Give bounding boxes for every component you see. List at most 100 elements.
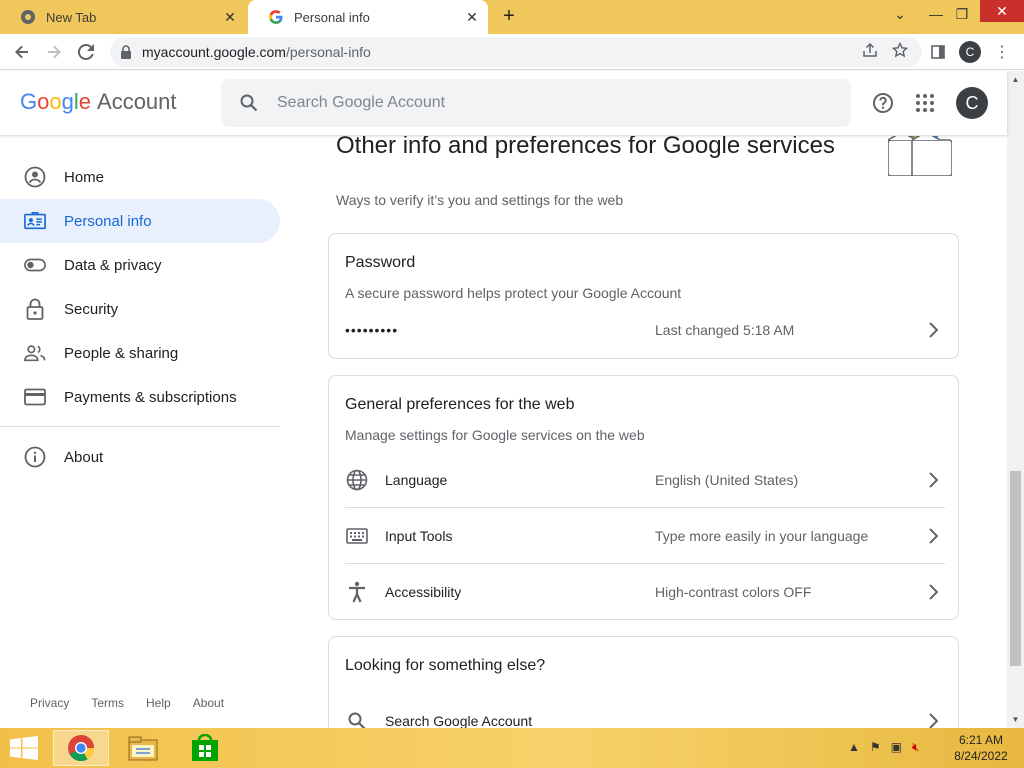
google-account-logo[interactable]: Google Account: [20, 89, 177, 115]
forward-arrow-icon[interactable]: [44, 42, 64, 62]
sidebar-item-label: Personal info: [64, 212, 152, 230]
logo-suffix: Account: [97, 89, 177, 114]
scroll-up-arrow-icon[interactable]: ▲: [1011, 75, 1020, 84]
search-account-row[interactable]: Search Google Account: [345, 693, 945, 728]
close-tab-icon[interactable]: ✕: [220, 7, 240, 27]
sidebar-item-label: Home: [64, 168, 105, 186]
sidebar-item-label: About: [64, 448, 104, 466]
taskbar-chrome-app[interactable]: [53, 730, 109, 766]
main-content: Other info and preferences for Google se…: [328, 136, 960, 728]
chevron-right-icon: [921, 318, 945, 342]
taskbar-clock[interactable]: 6:21 AM 8/24/2022: [946, 732, 1016, 764]
taskbar-file-explorer-app[interactable]: [115, 730, 171, 766]
apps-grid-icon[interactable]: [913, 91, 937, 115]
help-icon[interactable]: [871, 91, 895, 115]
tab-title: Personal info: [294, 9, 370, 25]
system-tray: ▲ ⚑ ▣ 🔇︎: [848, 740, 920, 755]
restore-icon[interactable]: ❐: [948, 0, 976, 28]
footer-link-help[interactable]: Help: [146, 696, 171, 710]
new-tab-button[interactable]: +: [498, 6, 520, 28]
logo-letter: o: [49, 89, 62, 114]
minimize-icon[interactable]: —: [922, 0, 950, 28]
sidebar-item-payments[interactable]: Payments & subscriptions: [0, 375, 280, 419]
sidebar-item-people-sharing[interactable]: People & sharing: [0, 331, 280, 375]
sidebar-nav: Home Personal info Data & privacy Securi…: [0, 136, 290, 728]
accessibility-value: High-contrast colors OFF: [655, 584, 812, 600]
reload-icon[interactable]: [76, 42, 96, 62]
password-card-title: Password: [345, 254, 416, 271]
logo-letter: G: [20, 89, 38, 114]
chevron-right-icon: [921, 524, 945, 548]
input-tools-label: Input Tools: [385, 527, 453, 544]
accessibility-icon: [345, 580, 369, 604]
search-icon[interactable]: [239, 93, 259, 113]
bookmark-star-icon[interactable]: [891, 41, 909, 63]
logo-letter: g: [61, 89, 74, 114]
tab-search-chevron-icon[interactable]: ⌄: [886, 0, 914, 28]
footer-link-about[interactable]: About: [193, 696, 224, 710]
footer-links: Privacy Terms Help About: [30, 696, 224, 710]
sidebar-item-about[interactable]: About: [0, 435, 280, 479]
account-circle-icon: [24, 166, 46, 188]
sidebar-item-security[interactable]: Security: [0, 287, 280, 331]
chevron-right-icon: [921, 468, 945, 492]
lock-icon[interactable]: [120, 45, 134, 59]
tab-new-tab[interactable]: New Tab ✕: [0, 0, 246, 34]
sidebar-item-label: Security: [64, 300, 119, 318]
logo-letter: e: [78, 89, 92, 114]
flag-icon[interactable]: ⚑: [870, 740, 881, 755]
address-bar[interactable]: myaccount.google.com/personal-info: [110, 37, 922, 67]
page-scrollbar[interactable]: ▲ ▼: [1007, 71, 1024, 728]
preferences-card-title: General preferences for the web: [345, 396, 575, 413]
something-else-card: Looking for something else? Search Googl…: [328, 636, 959, 728]
password-masked: •••••••••: [345, 322, 399, 338]
section-title: Other info and preferences for Google se…: [336, 136, 835, 159]
keyboard-icon: [345, 524, 369, 548]
share-icon[interactable]: [862, 42, 878, 63]
close-tab-icon[interactable]: ✕: [462, 7, 482, 27]
credit-card-icon: [24, 386, 46, 408]
folder-icon: [128, 736, 158, 761]
scroll-down-arrow-icon[interactable]: ▼: [1011, 715, 1020, 724]
back-arrow-icon[interactable]: [12, 42, 32, 62]
url-path: /personal-info: [285, 44, 371, 60]
account-header: Google Account: [0, 71, 1007, 135]
lock-icon: [24, 298, 46, 320]
chrome-icon: [20, 9, 36, 25]
sidebar-item-home[interactable]: Home: [0, 155, 280, 199]
scrollbar-thumb[interactable]: [1010, 471, 1021, 666]
password-card[interactable]: Password A secure password helps protect…: [328, 233, 959, 359]
sidebar-item-data-privacy[interactable]: Data & privacy: [0, 243, 280, 287]
show-hidden-icons-icon[interactable]: ▲: [848, 740, 860, 755]
google-g-icon: [268, 9, 284, 25]
search-icon: [345, 709, 369, 728]
search-input[interactable]: [277, 94, 777, 112]
volume-muted-icon[interactable]: 🔇︎: [912, 740, 920, 755]
account-avatar[interactable]: C: [956, 87, 988, 119]
input-tools-row[interactable]: Input Tools Type more easily in your lan…: [345, 508, 945, 564]
chrome-icon: [68, 735, 95, 762]
side-panel-icon[interactable]: [928, 42, 948, 62]
chevron-right-icon: [921, 580, 945, 604]
sidebar-item-personal-info[interactable]: Personal info: [0, 199, 280, 243]
account-search-box[interactable]: [221, 79, 851, 127]
password-row[interactable]: ••••••••• Last changed 5:18 AM: [345, 302, 945, 358]
password-card-description: A secure password helps protect your Goo…: [345, 285, 682, 301]
clock-time: 6:21 AM: [958, 733, 1004, 747]
something-else-title: Looking for something else?: [345, 657, 546, 674]
windows-start-icon[interactable]: [10, 736, 38, 760]
footer-link-privacy[interactable]: Privacy: [30, 696, 69, 710]
taskbar-store-app[interactable]: [177, 730, 233, 766]
network-icon[interactable]: ▣: [891, 740, 902, 755]
search-account-label: Search Google Account: [385, 713, 533, 728]
accessibility-row[interactable]: Accessibility High-contrast colors OFF: [345, 564, 945, 620]
more-menu-icon[interactable]: ⋮: [992, 42, 1012, 62]
clock-date: 8/24/2022: [954, 749, 1008, 763]
browser-profile-avatar[interactable]: C: [959, 41, 981, 63]
language-row[interactable]: Language English (United States): [345, 452, 945, 508]
window-close-icon[interactable]: ✕: [980, 0, 1024, 22]
people-icon: [24, 342, 46, 364]
footer-link-terms[interactable]: Terms: [91, 696, 124, 710]
tab-personal-info[interactable]: Personal info ✕: [248, 0, 488, 34]
windows-taskbar: ▲ ⚑ ▣ 🔇︎ 6:21 AM 8/24/2022: [0, 728, 1024, 768]
